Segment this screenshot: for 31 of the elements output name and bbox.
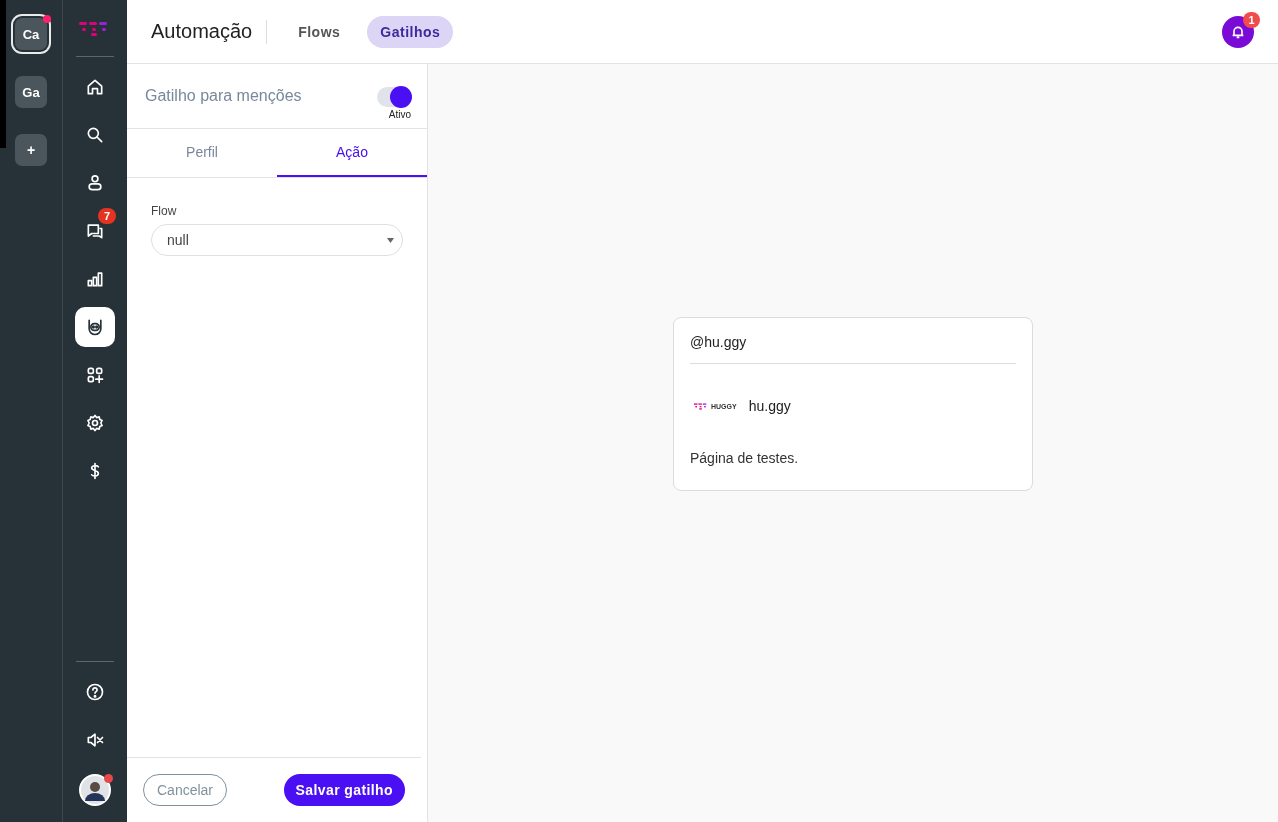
header-tab[interactable]: Flows bbox=[285, 15, 354, 48]
logo-icon bbox=[694, 402, 708, 410]
panel-tab[interactable]: Perfil bbox=[127, 129, 277, 177]
count-badge: 1 bbox=[1243, 11, 1260, 28]
trigger-name: Gatilho para menções bbox=[145, 87, 302, 105]
save-button[interactable]: Salvar gatilho bbox=[283, 774, 405, 806]
header-tab[interactable]: Gatilhos bbox=[367, 15, 454, 48]
help-icon bbox=[85, 682, 105, 702]
toggle-switch[interactable] bbox=[377, 86, 411, 107]
toggle-status: Ativo bbox=[388, 108, 411, 120]
robot-icon bbox=[85, 317, 105, 337]
count-badge: 7 bbox=[98, 208, 116, 224]
nav-item[interactable]: 7 bbox=[75, 211, 115, 251]
home-icon bbox=[85, 77, 105, 97]
chat-icon bbox=[85, 221, 105, 241]
page-title: Automação bbox=[151, 20, 253, 43]
workspace-button[interactable]: Ga bbox=[15, 76, 47, 108]
field-label: Flow bbox=[151, 204, 178, 218]
add-workspace-button[interactable]: + bbox=[15, 134, 47, 166]
search-icon bbox=[85, 125, 105, 145]
page-handle: @hu.ggy bbox=[690, 318, 1016, 364]
caret-icon bbox=[387, 237, 394, 243]
page-name: hu.ggy bbox=[748, 398, 791, 414]
apps-icon bbox=[85, 365, 105, 385]
bar-chart-icon bbox=[85, 269, 105, 289]
avatar-silhouette[interactable] bbox=[79, 774, 111, 806]
page-description: Página de testes. bbox=[690, 450, 800, 466]
user-icon bbox=[85, 173, 105, 193]
nav-item[interactable] bbox=[75, 307, 115, 347]
notifications-button[interactable] bbox=[1222, 15, 1254, 48]
settings-icon bbox=[85, 413, 105, 433]
